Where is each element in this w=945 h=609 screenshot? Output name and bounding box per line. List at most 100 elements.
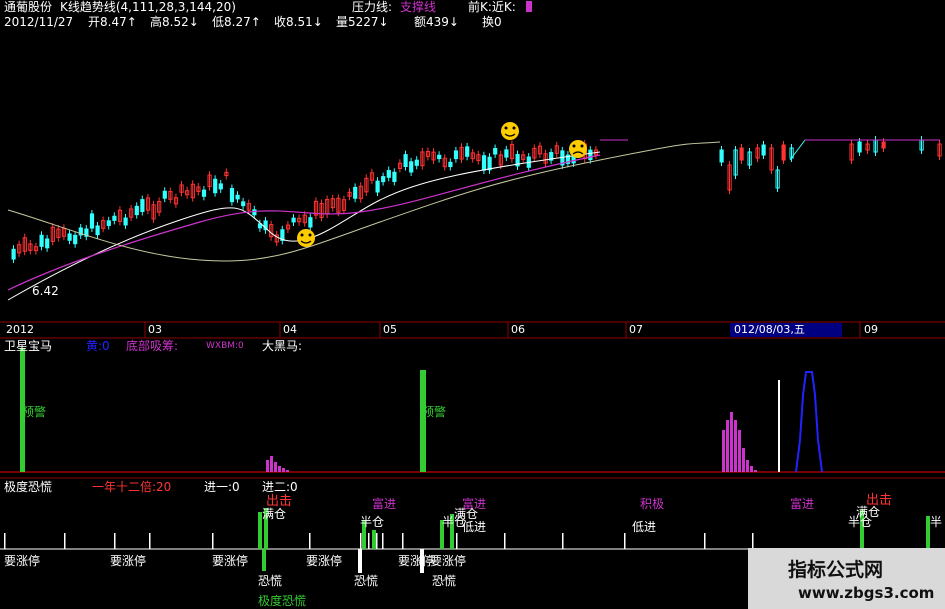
panel2-value1: 黄:0 (86, 339, 110, 353)
candle-body (123, 217, 128, 226)
extreme-panic-label: 极度恐慌 (258, 594, 307, 608)
watermark: 指标公式网 www.zbgs3.com (748, 548, 945, 609)
accumulation-bar (750, 466, 753, 472)
month-label: 04 (283, 323, 297, 336)
candle-body (291, 217, 296, 223)
panel2-value2: 底部吸筹: (126, 339, 179, 353)
limit-up-label: 要涨停 (398, 554, 435, 568)
watermark-url: www.zbgs3.com (798, 584, 935, 602)
signal-rich-entry: 富进 (372, 497, 397, 511)
candle-body (719, 149, 724, 163)
candle-body (134, 205, 139, 216)
cursor-date: 012/08/03,五 (734, 323, 805, 336)
candle-body (493, 147, 498, 155)
month-label: 09 (864, 323, 878, 336)
smiley-icon (501, 122, 519, 140)
ma-segment (789, 139, 806, 161)
alert-label: 预警 (422, 405, 447, 419)
candle-body (375, 180, 380, 193)
signal-tick (504, 533, 506, 549)
signal-tick (114, 533, 116, 549)
accumulation-bar (274, 462, 277, 472)
month-label: 07 (629, 323, 643, 336)
candle-body (409, 161, 414, 173)
candle-body (353, 186, 358, 199)
limit-up-label: 要涨停 (212, 554, 249, 568)
panel3-title: 极度恐慌 (4, 480, 53, 494)
panel2-title: 卫星宝马 (4, 339, 53, 353)
candle-body (140, 199, 145, 212)
candle-body (89, 213, 95, 229)
candle-body (465, 146, 470, 157)
candle-body (403, 154, 408, 167)
alert-label: 预警 (22, 405, 47, 419)
signal-tick (368, 533, 370, 549)
candle-body (73, 234, 78, 245)
signal-tick (4, 533, 6, 549)
panic-label: 恐慌 (258, 574, 283, 588)
accumulation-bar (734, 420, 737, 472)
candle-body (414, 159, 419, 166)
signal-low-entry: 低进 (462, 520, 487, 534)
candle-body (453, 150, 459, 160)
low-price-label: 6.42 (32, 284, 59, 298)
signal-full-position: 满仓 (262, 507, 287, 521)
candle-body (857, 141, 862, 153)
candle-body (162, 190, 167, 199)
accumulation-bar (730, 412, 733, 472)
limit-up-label: 要涨停 (430, 554, 467, 568)
candle-body (218, 183, 223, 190)
candle-body (39, 234, 44, 247)
candle-body (229, 188, 235, 203)
candle-body (381, 176, 386, 183)
ma-long (7, 141, 721, 262)
candle-body (781, 144, 786, 161)
signal-tick (456, 533, 458, 549)
panel3-value1: 一年十二倍:20 (92, 480, 172, 494)
accumulation-bar (266, 460, 269, 472)
accumulation-bar (286, 470, 289, 472)
candle-body (11, 248, 16, 260)
signal-half-position: 半仓 (848, 515, 873, 529)
accumulation-bar (278, 466, 281, 472)
candle-body (241, 201, 246, 207)
signal-bar (372, 530, 376, 549)
panel2-value4: 大黑马: (262, 339, 303, 353)
candle-body (386, 170, 391, 178)
candle-body (106, 220, 111, 226)
candlesticks (11, 136, 942, 264)
limit-up-label: 要涨停 (110, 554, 147, 568)
candle-body (487, 156, 492, 171)
accumulation-bar (742, 448, 745, 472)
panic-label: 恐慌 (354, 574, 379, 588)
signal-tick (382, 533, 384, 549)
panel2-blue-spike (795, 371, 823, 473)
signal-half-position: 半仓 (360, 515, 385, 529)
accumulation-bar (726, 420, 729, 472)
accumulation-bar (270, 456, 273, 472)
month-label: 2012 (6, 323, 34, 336)
panel2-value3: WXBM:0 (206, 341, 244, 351)
frown-icon (569, 140, 587, 158)
candle-body (45, 238, 50, 249)
candle-body (235, 194, 240, 200)
signal-tick (309, 533, 311, 549)
signal-tick (704, 533, 706, 549)
signal-tick (402, 533, 404, 549)
panel3-value3: 进二:0 (262, 480, 298, 494)
signal-tick (64, 533, 66, 549)
candle-body (67, 233, 72, 241)
moving-averages (7, 139, 940, 301)
smiley-icon (297, 229, 315, 247)
candle-body (448, 161, 453, 168)
signal-tick (149, 533, 151, 549)
signal-rich-entry: 富进 (790, 497, 815, 511)
limit-up-label: 要涨停 (306, 554, 343, 568)
accumulation-bar (746, 460, 749, 472)
signal-bar (262, 549, 266, 571)
signal-active: 积极 (640, 497, 665, 511)
candle-body (739, 147, 744, 161)
candle-body (308, 217, 313, 228)
signal-half-position: 半 (930, 515, 943, 529)
accumulation-bar (722, 430, 725, 472)
